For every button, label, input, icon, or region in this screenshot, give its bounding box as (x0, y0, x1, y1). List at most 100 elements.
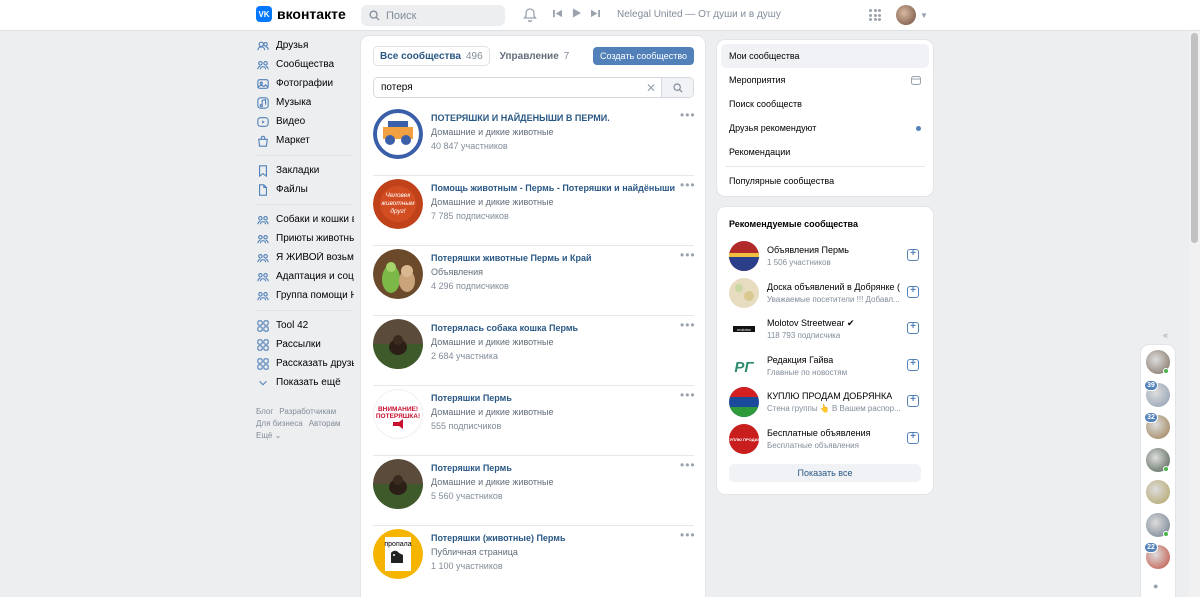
sidebar-item[interactable]: Маркет (256, 131, 356, 150)
community-avatar[interactable] (373, 459, 423, 509)
menu-item[interactable]: Мои сообщества (721, 44, 929, 68)
search-icon (672, 82, 683, 93)
apps-grid-icon[interactable] (869, 9, 881, 21)
community-name-link[interactable]: Потеряшки Пермь (431, 393, 512, 403)
next-track-icon[interactable] (591, 9, 600, 18)
sidebar-item[interactable]: Закладки (256, 161, 356, 180)
more-options-icon[interactable]: ••• (680, 458, 696, 472)
recommended-name-link[interactable]: Редакция Гайва (767, 355, 833, 365)
prev-track-icon[interactable] (553, 9, 562, 18)
more-options-icon[interactable]: ••• (680, 248, 696, 262)
footer-link[interactable]: Блог (256, 407, 273, 416)
community-avatar[interactable] (373, 319, 423, 369)
menu-item[interactable]: Друзья рекомендуют (721, 116, 929, 140)
scrollbar-thumb[interactable] (1191, 33, 1198, 243)
more-options-icon[interactable]: ••• (680, 528, 696, 542)
tab-management[interactable]: Управление 7 (494, 46, 576, 66)
show-all-button[interactable]: Показать все (729, 464, 921, 482)
recommended-name-link[interactable]: КУПЛЮ ПРОДАМ ДОБРЯНКА (767, 391, 892, 401)
community-avatar[interactable]: Человек животным друг! (373, 179, 423, 229)
sidebar-item[interactable]: Файлы (256, 180, 356, 199)
community-category: Домашние и дикие животные (431, 337, 554, 347)
community-avatar[interactable] (373, 249, 423, 299)
community-name-link[interactable]: Потеряшки животные Пермь и Край (431, 253, 592, 263)
sidebar-item[interactable]: Группа помощи Н... (256, 286, 356, 305)
global-search[interactable]: Поиск (361, 5, 505, 26)
footer-link[interactable]: Для бизнеса (256, 419, 303, 428)
apps-icon (256, 357, 270, 371)
recommended-name-link[interactable]: Molotov Streetwear ✔ (767, 318, 855, 329)
play-icon[interactable] (572, 8, 581, 18)
add-community-button[interactable]: + (907, 249, 919, 261)
sidebar-item[interactable]: Рассылки (256, 335, 356, 354)
sidebar-item[interactable]: Сообщества (256, 55, 356, 74)
chat-avatar[interactable] (1146, 480, 1170, 504)
community-name-link[interactable]: Помощь животным - Пермь - Потеряшки и на… (431, 183, 675, 193)
add-community-button[interactable]: + (907, 322, 919, 334)
menu-item[interactable]: Рекомендации (721, 140, 929, 164)
recommended-avatar[interactable]: КУПЛЮ ПРОДАМ (729, 423, 759, 454)
music-icon (256, 96, 270, 110)
user-avatar[interactable] (896, 5, 916, 25)
sidebar-item[interactable]: Видео (256, 112, 356, 131)
create-community-button[interactable]: Создать сообщество (593, 47, 694, 65)
chevron-down-icon[interactable]: ▼ (920, 11, 928, 20)
add-community-button[interactable]: + (907, 285, 919, 298)
add-community-button[interactable]: + (907, 358, 919, 371)
recommended-avatar[interactable] (729, 241, 759, 271)
more-options-icon[interactable]: ••• (680, 178, 696, 192)
community-name-link[interactable]: Потеряшки (животные) Пермь (431, 533, 566, 543)
sidebar-item[interactable]: Друзья (256, 36, 356, 55)
community-subscribers: 4 296 подписчиков (431, 281, 509, 291)
sidebar-item-label: Приюты животны... (276, 233, 354, 244)
bell-icon[interactable] (522, 7, 538, 23)
clear-search-icon[interactable]: ✕ (646, 81, 656, 95)
recommended-name-link[interactable]: Доска объявлений в Добрянке ( к... (767, 282, 903, 292)
menu-item[interactable]: Поиск сообществ (721, 92, 929, 116)
recommended-avatar[interactable]: molotov (729, 314, 759, 344)
add-community-button[interactable]: + (907, 431, 919, 444)
footer-link[interactable]: Разработчикам (279, 407, 336, 416)
sidebar-item[interactable]: Музыка (256, 93, 356, 112)
sidebar-item[interactable]: Приюты животны... (256, 229, 356, 248)
recommended-avatar[interactable] (729, 277, 759, 308)
sidebar-item[interactable]: Собаки и кошки в ... (256, 210, 356, 229)
sidebar-item[interactable]: Адаптация и соци... (256, 267, 356, 286)
recommended-name-link[interactable]: Объявления Пермь (767, 245, 849, 255)
page-scrollbar[interactable] (1189, 31, 1200, 597)
community-list: ПОТЕРЯШКИ И НАЙДЕНЫШИ В ПЕРМИ. Домашние … (373, 106, 696, 596)
more-options-icon[interactable]: ••• (680, 108, 696, 122)
footer-link[interactable]: Авторам (309, 419, 341, 428)
sidebar-item[interactable]: Фотографии (256, 74, 356, 93)
community-avatar[interactable] (373, 109, 423, 159)
current-track[interactable]: Nelegal United — От души и в душу (... (613, 9, 783, 20)
chat-bubble-icon[interactable]: ● (1153, 581, 1163, 591)
sidebar-item[interactable]: Показать ещё (256, 373, 356, 392)
add-community-button[interactable]: + (907, 395, 919, 407)
sidebar-item[interactable]: Рассказать друзь... (256, 354, 356, 373)
recommended-name-link[interactable]: Бесплатные объявления (767, 428, 870, 438)
community-category: Домашние и дикие животные (431, 197, 554, 207)
community-avatar[interactable]: пропала (373, 529, 423, 579)
community-name-link[interactable]: Потеряшки Пермь (431, 463, 512, 473)
community-name-link[interactable]: ПОТЕРЯШКИ И НАЙДЕНЫШИ В ПЕРМИ. (431, 113, 610, 123)
community-avatar[interactable]: ВНИМАНИЕ! ПОТЕРЯШКА! (373, 389, 423, 439)
recommended-avatar[interactable] (729, 387, 759, 417)
search-button[interactable] (661, 78, 693, 97)
sidebar-item[interactable]: Tool 42 (256, 316, 356, 335)
footer-more-link[interactable]: Ещё ⌄ (256, 431, 281, 440)
svg-text:Человек: Человек (386, 192, 412, 199)
vk-logo[interactable]: VK вконтакте (256, 6, 346, 22)
menu-item[interactable]: Популярные сообщества (721, 169, 929, 193)
recommended-avatar[interactable]: РГ (729, 350, 759, 381)
menu-item[interactable]: Мероприятия (721, 68, 929, 92)
community-search-input[interactable] (374, 82, 634, 93)
more-options-icon[interactable]: ••• (680, 388, 696, 402)
top-header: VK вконтакте Поиск Nelegal United — От д… (0, 0, 1200, 31)
svg-text:друг!: друг! (390, 207, 405, 215)
community-name-link[interactable]: Потерялась собака кошка Пермь (431, 323, 578, 333)
tab-all-communities[interactable]: Все сообщества 496 (373, 46, 490, 66)
sidebar-item[interactable]: Я ЖИВОЙ возьми... (256, 248, 356, 267)
more-options-icon[interactable]: ••• (680, 318, 696, 332)
collapse-chat-icon[interactable]: « (1163, 330, 1168, 340)
